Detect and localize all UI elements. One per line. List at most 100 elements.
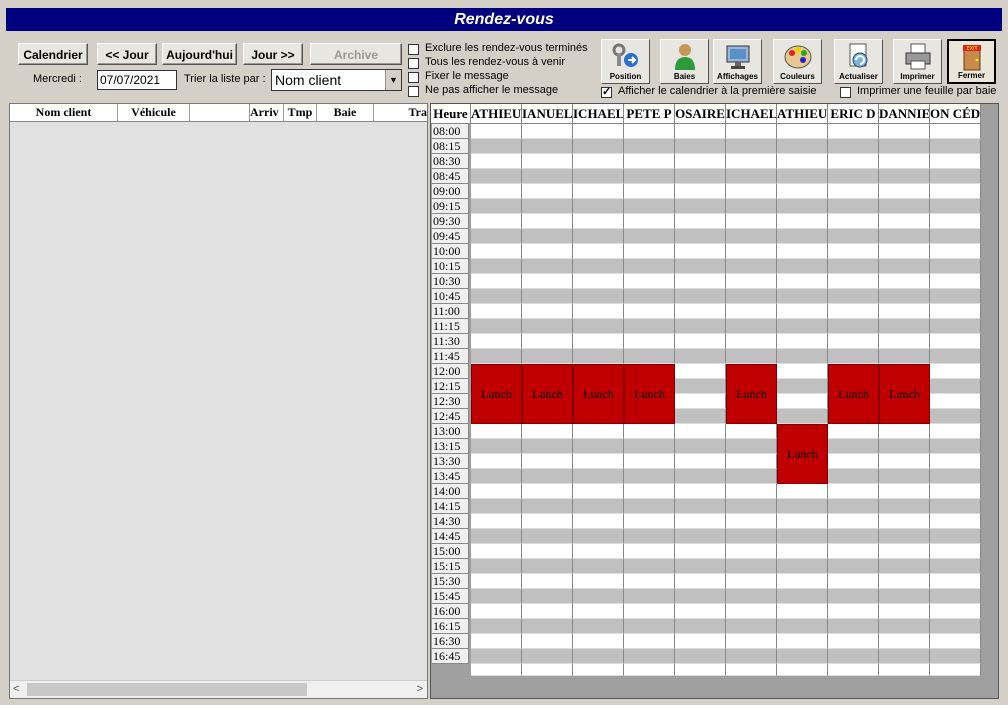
schedule-slot[interactable] bbox=[522, 589, 573, 604]
schedule-slot[interactable] bbox=[624, 124, 675, 139]
schedule-slot[interactable] bbox=[777, 259, 828, 274]
schedule-slot[interactable] bbox=[777, 649, 828, 664]
schedule-slot[interactable] bbox=[777, 499, 828, 514]
schedule-slot[interactable] bbox=[471, 154, 522, 169]
schedule-slot[interactable] bbox=[675, 454, 726, 469]
schedule-slot[interactable] bbox=[828, 334, 879, 349]
schedule-slot[interactable] bbox=[828, 154, 879, 169]
schedule-slot[interactable] bbox=[471, 244, 522, 259]
schedule-slot[interactable] bbox=[726, 199, 777, 214]
schedule-slot[interactable] bbox=[522, 619, 573, 634]
schedule-slot[interactable] bbox=[726, 589, 777, 604]
schedule-slot[interactable] bbox=[828, 259, 879, 274]
schedule-slot[interactable] bbox=[471, 634, 522, 649]
schedule-slot[interactable] bbox=[879, 244, 930, 259]
schedule-slot[interactable] bbox=[828, 244, 879, 259]
schedule-slot[interactable] bbox=[675, 619, 726, 634]
schedule-slot[interactable] bbox=[624, 244, 675, 259]
schedule-slot[interactable] bbox=[522, 334, 573, 349]
schedule-slot[interactable] bbox=[777, 589, 828, 604]
schedule-slot[interactable] bbox=[471, 529, 522, 544]
technician-header[interactable]: ATHIEU bbox=[471, 104, 522, 124]
schedule-slot[interactable] bbox=[726, 469, 777, 484]
schedule-slot[interactable] bbox=[726, 244, 777, 259]
schedule-slot[interactable] bbox=[471, 589, 522, 604]
schedule-slot[interactable] bbox=[573, 139, 624, 154]
schedule-slot[interactable] bbox=[828, 559, 879, 574]
schedule-slot[interactable] bbox=[828, 469, 879, 484]
schedule-slot[interactable] bbox=[522, 514, 573, 529]
schedule-slot[interactable] bbox=[573, 244, 624, 259]
schedule-slot[interactable] bbox=[777, 634, 828, 649]
schedule-slot[interactable] bbox=[624, 439, 675, 454]
schedule-slot[interactable] bbox=[675, 649, 726, 664]
schedule-slot[interactable] bbox=[675, 289, 726, 304]
schedule-slot[interactable] bbox=[930, 514, 981, 529]
horizontal-scrollbar[interactable]: < > bbox=[10, 680, 427, 698]
schedule-slot[interactable] bbox=[522, 229, 573, 244]
option-checkbox-0[interactable] bbox=[408, 44, 419, 55]
schedule-slot[interactable] bbox=[930, 274, 981, 289]
schedule-slot[interactable] bbox=[828, 664, 879, 676]
schedule-slot[interactable] bbox=[471, 169, 522, 184]
schedule-slot[interactable] bbox=[828, 199, 879, 214]
schedule-slot[interactable] bbox=[930, 604, 981, 619]
schedule-slot[interactable] bbox=[675, 529, 726, 544]
schedule-slot[interactable] bbox=[624, 349, 675, 364]
schedule-slot[interactable] bbox=[573, 499, 624, 514]
scrollbar-thumb[interactable] bbox=[27, 683, 307, 696]
schedule-slot[interactable] bbox=[777, 409, 828, 424]
schedule-slot[interactable] bbox=[522, 439, 573, 454]
schedule-slot[interactable] bbox=[930, 319, 981, 334]
schedule-slot[interactable] bbox=[828, 514, 879, 529]
schedule-slot[interactable] bbox=[471, 484, 522, 499]
lunch-block[interactable]: Lunch bbox=[471, 364, 522, 424]
schedule-slot[interactable] bbox=[624, 259, 675, 274]
schedule-slot[interactable] bbox=[777, 349, 828, 364]
schedule-slot[interactable] bbox=[624, 544, 675, 559]
schedule-slot[interactable] bbox=[828, 139, 879, 154]
schedule-slot[interactable] bbox=[624, 184, 675, 199]
schedule-slot[interactable] bbox=[522, 169, 573, 184]
schedule-slot[interactable] bbox=[930, 619, 981, 634]
schedule-slot[interactable] bbox=[471, 604, 522, 619]
schedule-slot[interactable] bbox=[573, 619, 624, 634]
schedule-slot[interactable] bbox=[777, 664, 828, 676]
sort-select[interactable]: Nom client ▼ bbox=[271, 69, 402, 91]
schedule-slot[interactable] bbox=[879, 529, 930, 544]
schedule-slot[interactable] bbox=[573, 424, 624, 439]
schedule-slot[interactable] bbox=[930, 259, 981, 274]
schedule-slot[interactable] bbox=[777, 244, 828, 259]
schedule-slot[interactable] bbox=[726, 439, 777, 454]
schedule-slot[interactable] bbox=[726, 154, 777, 169]
schedule-slot[interactable] bbox=[573, 199, 624, 214]
column-header-arrival[interactable]: Arriv bbox=[250, 104, 284, 121]
schedule-slot[interactable] bbox=[471, 574, 522, 589]
schedule-slot[interactable] bbox=[522, 199, 573, 214]
column-header-vehicle[interactable]: Véhicule bbox=[118, 104, 190, 121]
schedule-slot[interactable] bbox=[522, 604, 573, 619]
schedule-slot[interactable] bbox=[828, 499, 879, 514]
schedule-slot[interactable] bbox=[828, 274, 879, 289]
schedule-slot[interactable] bbox=[726, 649, 777, 664]
schedule-slot[interactable] bbox=[930, 379, 981, 394]
schedule-slot[interactable] bbox=[828, 214, 879, 229]
schedule-slot[interactable] bbox=[522, 349, 573, 364]
schedule-slot[interactable] bbox=[879, 424, 930, 439]
schedule-slot[interactable] bbox=[879, 319, 930, 334]
schedule-slot[interactable] bbox=[777, 379, 828, 394]
schedule-slot[interactable] bbox=[930, 484, 981, 499]
scroll-left-icon[interactable]: < bbox=[13, 681, 19, 698]
schedule-slot[interactable] bbox=[879, 664, 930, 676]
schedule-slot[interactable] bbox=[624, 574, 675, 589]
schedule-slot[interactable] bbox=[675, 274, 726, 289]
schedule-slot[interactable] bbox=[930, 349, 981, 364]
column-header-blank[interactable] bbox=[190, 104, 250, 121]
schedule-slot[interactable] bbox=[675, 634, 726, 649]
schedule-slot[interactable] bbox=[930, 439, 981, 454]
schedule-slot[interactable] bbox=[930, 229, 981, 244]
schedule-slot[interactable] bbox=[930, 304, 981, 319]
schedule-slot[interactable] bbox=[624, 424, 675, 439]
column-header-work[interactable]: Tra bbox=[374, 104, 427, 121]
schedule-slot[interactable] bbox=[573, 529, 624, 544]
